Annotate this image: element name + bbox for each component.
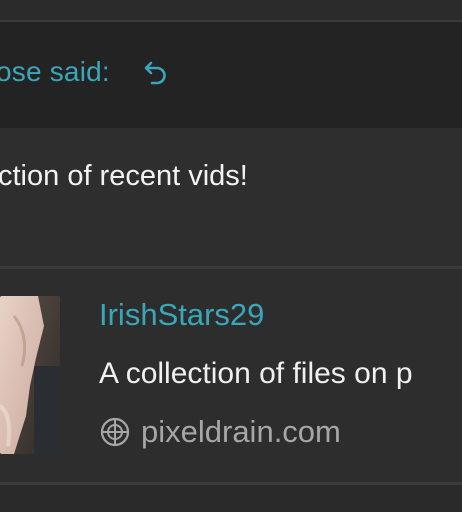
quote-author-link[interactable]: ose said: (0, 56, 110, 88)
quote-body (0, 128, 462, 266)
bottom-strip (0, 485, 462, 512)
quote-text: ction of recent vids! (0, 160, 248, 192)
link-preview-title[interactable]: IrishStars29 (99, 297, 264, 333)
link-preview-description: A collection of files on p (99, 357, 413, 390)
forum-post: ose said: ction of recent vids! IrishSta… (0, 0, 462, 512)
globe-icon (99, 416, 131, 448)
link-preview-thumbnail[interactable] (0, 296, 60, 454)
top-strip (0, 0, 462, 20)
link-preview-site-label: pixeldrain.com (141, 414, 341, 449)
undo-arrow-icon[interactable] (142, 58, 172, 88)
